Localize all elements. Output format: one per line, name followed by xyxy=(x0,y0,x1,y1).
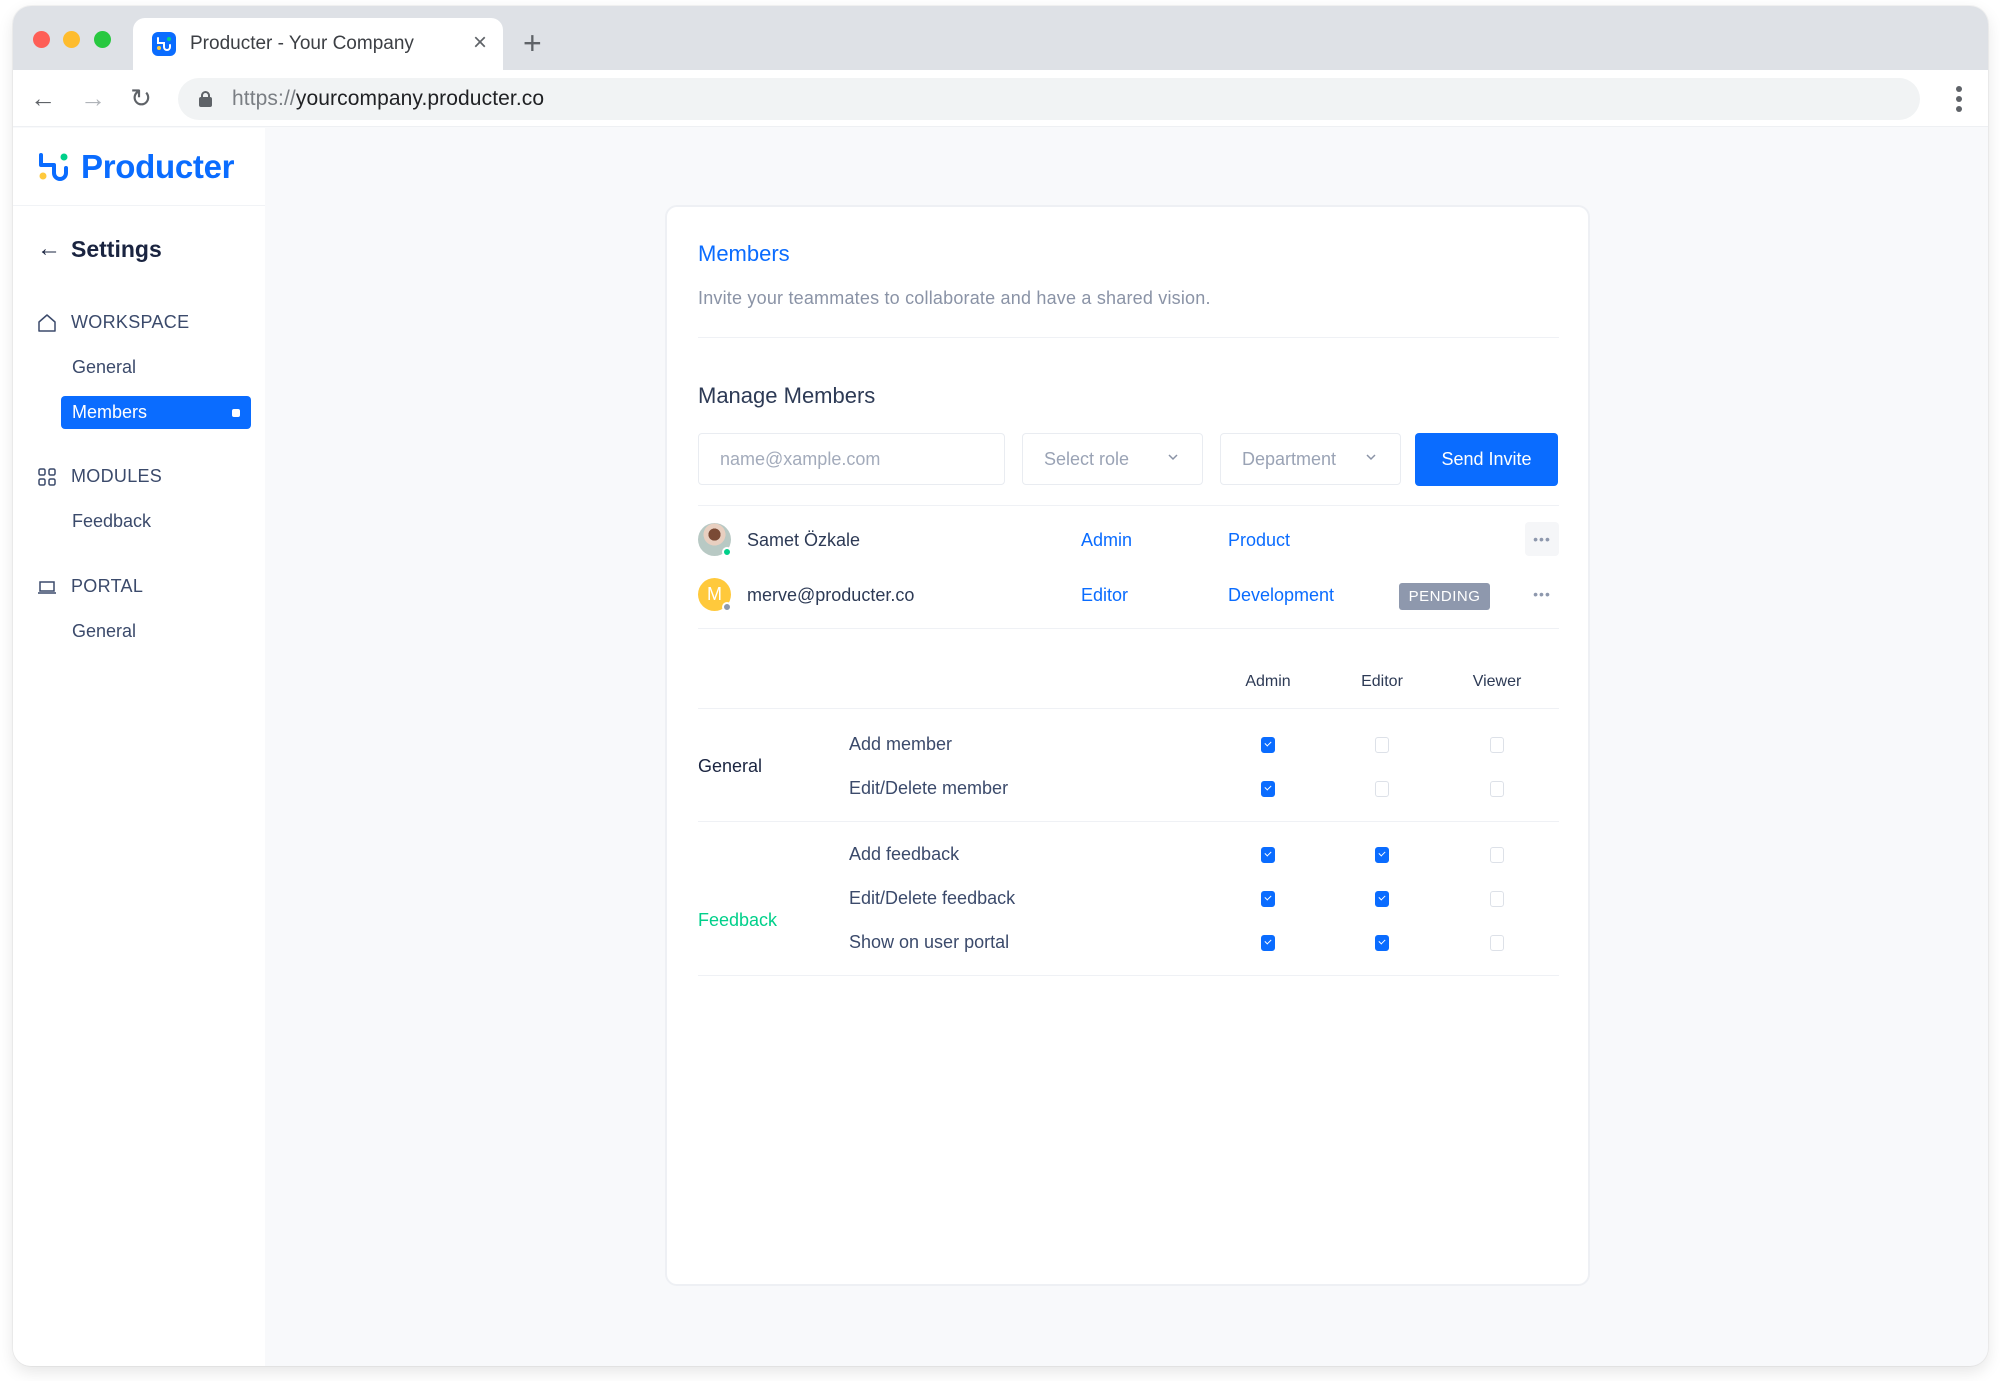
producter-logo-icon xyxy=(39,152,68,181)
producter-favicon-icon xyxy=(152,32,176,56)
member-name: Samet Özkale xyxy=(747,530,861,550)
maximize-window-button[interactable] xyxy=(94,31,111,48)
permission-checkbox-admin[interactable] xyxy=(1261,847,1275,863)
member-row: M merve@producter.co Editor Development … xyxy=(698,575,1559,615)
page-title: Members xyxy=(698,241,790,266)
url-input[interactable]: https://yourcompany.producter.co xyxy=(178,78,1920,120)
sidebar-item-workspace-general[interactable]: General xyxy=(61,351,251,384)
permission-checkbox-editor[interactable] xyxy=(1375,847,1389,863)
grid-icon xyxy=(37,467,57,487)
logo[interactable]: Producter xyxy=(13,128,265,206)
reload-icon[interactable]: ↻ xyxy=(127,83,155,113)
divider xyxy=(698,337,1559,338)
email-input[interactable] xyxy=(699,448,1004,470)
permission-checkbox-editor[interactable] xyxy=(1375,935,1389,951)
permission-checkbox-viewer[interactable] xyxy=(1490,847,1504,863)
section-portal: PORTAL xyxy=(37,576,143,597)
send-invite-button[interactable]: Send Invite xyxy=(1415,433,1558,486)
more-options-icon[interactable]: ••• xyxy=(1525,522,1559,556)
sidebar: Producter ← Settings WORKSPACE General M… xyxy=(13,128,265,1366)
permission-checkbox-viewer[interactable] xyxy=(1490,935,1504,951)
permission-label: Show on user portal xyxy=(849,932,1010,952)
column-header-admin: Admin xyxy=(1245,673,1291,690)
sidebar-item-label: Members xyxy=(72,402,148,422)
permission-checkbox-viewer[interactable] xyxy=(1490,891,1504,907)
section-modules: MODULES xyxy=(37,466,162,487)
permission-label: Edit/Delete member xyxy=(849,778,1009,798)
back-to-settings-link[interactable]: ← Settings xyxy=(37,235,162,263)
tab-bar: Producter - Your Company × + xyxy=(13,6,1988,70)
member-department[interactable]: Product xyxy=(1228,530,1290,551)
divider xyxy=(698,505,1559,506)
sidebar-item-members[interactable]: Members xyxy=(61,396,251,429)
member-row: Samet Özkale Admin Product ••• xyxy=(698,520,1559,560)
role-select-value: Select role xyxy=(1044,448,1130,469)
divider xyxy=(698,708,1559,709)
offline-status-indicator xyxy=(722,602,732,612)
permission-label: Add feedback xyxy=(849,844,960,864)
laptop-icon xyxy=(37,577,57,597)
active-indicator xyxy=(232,409,240,417)
permission-group-label: Feedback xyxy=(698,910,778,930)
close-tab-icon[interactable]: × xyxy=(473,30,487,56)
email-field[interactable] xyxy=(698,433,1005,485)
chevron-down-icon xyxy=(1366,454,1376,461)
department-select-value: Department xyxy=(1242,448,1337,469)
member-role[interactable]: Editor xyxy=(1081,585,1128,606)
permission-checkbox-viewer[interactable] xyxy=(1490,737,1504,753)
divider xyxy=(698,628,1559,629)
more-options-icon[interactable]: ••• xyxy=(1525,577,1559,611)
online-status-indicator xyxy=(722,547,732,557)
permission-label: Add member xyxy=(849,734,953,754)
permission-checkbox-editor[interactable] xyxy=(1375,737,1389,753)
new-tab-icon[interactable]: + xyxy=(523,27,542,59)
minimize-window-button[interactable] xyxy=(63,31,80,48)
permission-checkbox-editor[interactable] xyxy=(1375,781,1389,797)
permission-checkbox-admin[interactable] xyxy=(1261,737,1275,753)
lock-icon xyxy=(199,91,212,107)
section-workspace: WORKSPACE xyxy=(37,312,189,333)
member-name: merve@producter.co xyxy=(747,585,915,605)
back-arrow-icon: ← xyxy=(37,235,61,262)
back-arrow-icon[interactable]: ← xyxy=(29,83,57,113)
permission-checkbox-admin[interactable] xyxy=(1261,935,1275,951)
sidebar-item-portal-general[interactable]: General xyxy=(61,615,251,648)
sidebar-item-feedback[interactable]: Feedback xyxy=(61,505,251,538)
column-header-editor: Editor xyxy=(1361,673,1403,690)
chevron-down-icon xyxy=(1168,454,1178,461)
forward-arrow-icon[interactable]: → xyxy=(79,83,107,113)
close-window-button[interactable] xyxy=(33,31,50,48)
department-select[interactable]: Department xyxy=(1220,433,1401,485)
browser-menu-icon[interactable] xyxy=(1956,86,1962,112)
settings-title: Settings xyxy=(71,235,162,262)
page-subtitle: Invite your teammates to collaborate and… xyxy=(698,288,1211,308)
member-department[interactable]: Development xyxy=(1228,585,1334,606)
url-text: https://yourcompany.producter.co xyxy=(232,87,545,110)
home-icon xyxy=(37,313,57,333)
permission-checkbox-editor[interactable] xyxy=(1375,891,1389,907)
role-select[interactable]: Select role xyxy=(1022,433,1203,485)
browser-window: Producter - Your Company × + ← → ↻ https… xyxy=(13,6,1988,1366)
logo-text: Producter xyxy=(81,147,235,185)
permission-checkbox-admin[interactable] xyxy=(1261,781,1275,797)
address-bar: ← → ↻ https://yourcompany.producter.co xyxy=(13,70,1988,127)
manage-members-title: Manage Members xyxy=(698,383,876,408)
permission-checkbox-viewer[interactable] xyxy=(1490,781,1504,797)
member-role[interactable]: Admin xyxy=(1081,530,1132,551)
column-header-viewer: Viewer xyxy=(1472,673,1522,690)
divider xyxy=(698,821,1559,822)
tab-title: Producter - Your Company xyxy=(190,33,414,54)
permission-group-label: General xyxy=(698,756,763,776)
browser-tab[interactable]: Producter - Your Company × xyxy=(133,18,503,70)
permission-label: Edit/Delete feedback xyxy=(849,888,1016,908)
divider xyxy=(698,975,1559,976)
permission-checkbox-admin[interactable] xyxy=(1261,891,1275,907)
members-card: Members Invite your teammates to collabo… xyxy=(665,205,1590,1286)
pending-badge: PENDING xyxy=(1399,583,1490,610)
